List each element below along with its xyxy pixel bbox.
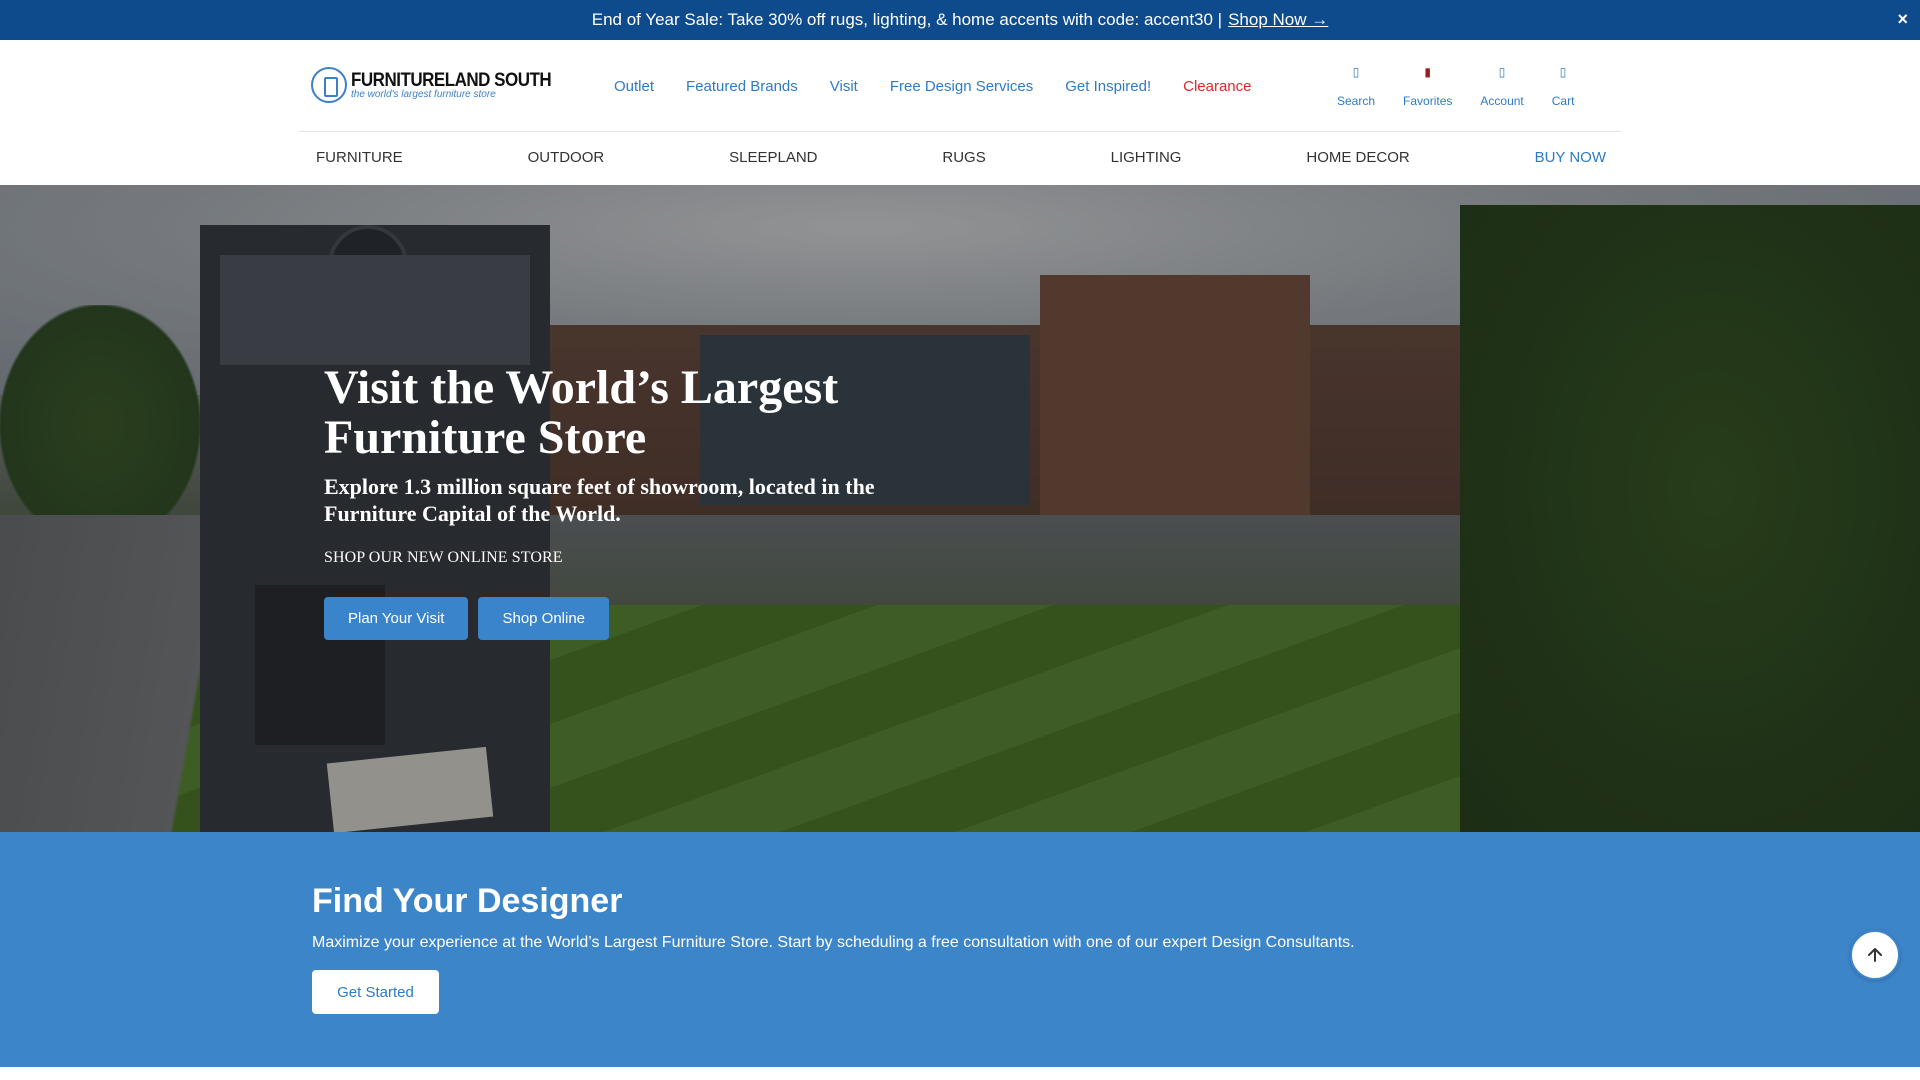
logo-name: FURNITURELAND SOUTH — [351, 68, 552, 90]
site-logo[interactable]: FURNITURELAND SOUTH the world's largest … — [311, 67, 552, 103]
account-button[interactable]: ▯ Account — [1480, 62, 1523, 108]
promo-text: End of Year Sale: Take 30% off rugs, lig… — [591, 10, 1223, 29]
site-header: FURNITURELAND SOUTH the world's largest … — [0, 40, 1920, 185]
header-divider — [299, 131, 1621, 132]
search-icon: ▯ — [1352, 65, 1360, 79]
category-rugs[interactable]: RUGS — [942, 149, 985, 166]
cart-button[interactable]: ▯ Cart — [1552, 62, 1575, 108]
favorites-button[interactable]: ▮ Favorites — [1403, 62, 1452, 108]
promo-banner: End of Year Sale: Take 30% off rugs, lig… — [0, 0, 1920, 40]
top-navigation: Outlet Featured Brands Visit Free Design… — [614, 78, 1284, 95]
favorites-label: Favorites — [1403, 94, 1453, 108]
search-button[interactable]: ▯ Search — [1337, 62, 1375, 108]
header-icons: ▯ Search ▮ Favorites ▯ Account ▯ Cart — [1337, 62, 1602, 108]
find-designer-section: Find Your Designer Maximize your experie… — [0, 832, 1920, 1067]
hero-overlay — [0, 185, 1920, 832]
category-home-decor[interactable]: HOME DECOR — [1306, 149, 1409, 166]
shop-online-button[interactable]: Shop Online — [478, 597, 610, 640]
heart-icon: ▮ — [1424, 65, 1432, 79]
designer-title: Find Your Designer — [312, 882, 623, 920]
hero-banner: Visit the World’s Largest Furniture Stor… — [0, 185, 1920, 832]
nav-featured-brands[interactable]: Featured Brands — [686, 78, 798, 95]
promo-shop-now-link[interactable]: Shop Now → — [1228, 10, 1328, 30]
hero-content: Visit the World’s Largest Furniture Stor… — [324, 363, 944, 640]
user-icon: ▯ — [1498, 65, 1506, 79]
plan-your-visit-button[interactable]: Plan Your Visit — [324, 597, 469, 640]
hero-subtitle: Explore 1.3 million square feet of showr… — [324, 474, 875, 526]
nav-clearance[interactable]: Clearance — [1183, 78, 1251, 95]
nav-outlet[interactable]: Outlet — [614, 78, 654, 95]
scroll-to-top-button[interactable] — [1850, 930, 1900, 980]
category-navigation: FURNITURE OUTDOOR SLEEPLAND RUGS LIGHTIN… — [316, 149, 1606, 166]
designer-description: Maximize your experience at the World’s … — [312, 934, 1355, 951]
arrow-up-icon — [1868, 948, 1882, 962]
logo-tagline: the world's largest furniture store — [351, 88, 496, 100]
nav-free-design-services[interactable]: Free Design Services — [890, 78, 1033, 95]
category-lighting[interactable]: LIGHTING — [1111, 149, 1182, 166]
category-furniture[interactable]: FURNITURE — [316, 149, 403, 166]
cart-icon: ▯ — [1559, 65, 1567, 79]
nav-visit[interactable]: Visit — [830, 78, 858, 95]
get-started-button[interactable]: Get Started — [312, 970, 439, 1014]
nav-get-inspired[interactable]: Get Inspired! — [1065, 78, 1151, 95]
logo-mark-icon — [311, 67, 347, 103]
search-label: Search — [1337, 94, 1376, 108]
account-label: Account — [1480, 94, 1524, 108]
category-sleepland[interactable]: SLEEPLAND — [729, 149, 817, 166]
hero-title: Visit the World’s Largest Furniture Stor… — [324, 361, 839, 464]
cart-label: Cart — [1551, 94, 1575, 108]
category-buy-now[interactable]: BUY NOW — [1535, 149, 1606, 166]
hero-shop-online-text: SHOP OUR NEW ONLINE STORE — [324, 549, 563, 566]
logo-text: FURNITURELAND SOUTH the world's largest … — [351, 68, 552, 100]
close-icon[interactable]: × — [1897, 8, 1908, 30]
hero-buttons: Plan Your Visit Shop Online — [324, 597, 944, 640]
category-outdoor[interactable]: OUTDOOR — [528, 149, 605, 166]
